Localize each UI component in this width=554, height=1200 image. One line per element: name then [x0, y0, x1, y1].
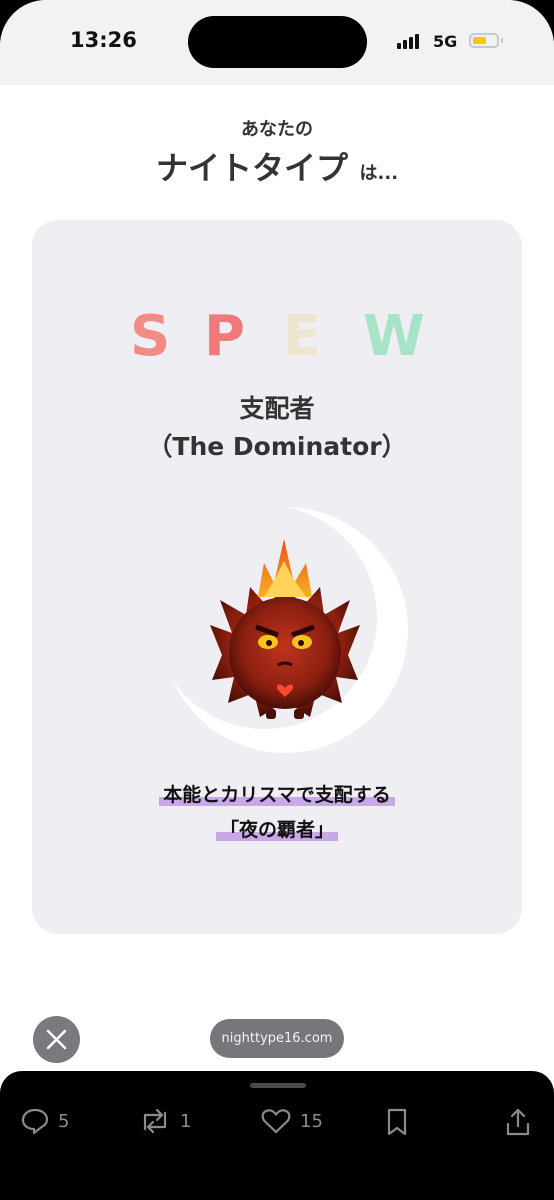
type-letter-4: W — [363, 304, 425, 369]
character-illustration — [160, 505, 410, 755]
tagline-line-1: 本能とカリスマで支配する — [159, 780, 396, 807]
page-title: ナイトタイプ は... — [0, 143, 554, 189]
url-pill[interactable]: nighttype16.com — [210, 1019, 344, 1058]
reply-icon — [21, 1108, 49, 1135]
type-name-en: （The Dominator） — [147, 432, 407, 461]
title-suffix: は... — [359, 163, 399, 184]
type-letter-2: P — [204, 304, 246, 369]
reply-count: 5 — [58, 1110, 70, 1132]
bookmark-button[interactable] — [383, 1107, 411, 1137]
type-code: S P E W — [32, 302, 522, 372]
type-letter-3: E — [283, 304, 322, 369]
share-button[interactable] — [504, 1107, 532, 1137]
repost-icon — [143, 1108, 167, 1134]
signal-icon — [397, 34, 419, 49]
status-time: 13:26 — [70, 28, 137, 52]
like-button[interactable]: 15 — [260, 1107, 323, 1135]
repost-count: 1 — [180, 1110, 192, 1132]
tagline: 本能とカリスマで支配する 「夜の覇者」 — [32, 780, 522, 842]
web-content: あなたの ナイトタイプ は... S P E W 支配者 （The Domina… — [0, 85, 554, 1025]
tagline-text-1: 本能とカリスマで支配する — [163, 784, 391, 806]
dynamic-island — [188, 16, 367, 68]
tagline-text-2: 「夜の覇者」 — [219, 819, 334, 841]
page-subtitle: あなたの — [241, 119, 313, 140]
bookmark-icon — [387, 1108, 407, 1136]
repost-button[interactable]: 1 — [138, 1107, 191, 1135]
type-name: 支配者 — [239, 394, 315, 423]
sheet-grabber[interactable] — [250, 1083, 306, 1088]
type-title: 支配者 （The Dominator） — [32, 390, 522, 466]
close-button[interactable] — [33, 1016, 80, 1063]
battery-cap — [501, 38, 503, 43]
status-bar: 13:26 5G — [0, 0, 554, 85]
phone-screen: 13:26 5G あなたの ナイトタイプ は... S P E W 支配者 （T… — [0, 0, 554, 1200]
network-label: 5G — [433, 32, 458, 51]
post-action-bar: 5 1 15 — [0, 1071, 554, 1200]
type-letter-1: S — [130, 304, 171, 369]
battery-icon — [469, 33, 499, 48]
title-main: ナイトタイプ — [155, 149, 348, 187]
reply-button[interactable]: 5 — [20, 1107, 69, 1135]
tagline-line-2: 「夜の覇者」 — [215, 815, 339, 842]
close-icon — [46, 1029, 67, 1050]
like-count: 15 — [300, 1110, 323, 1132]
share-icon — [506, 1108, 530, 1136]
heart-icon — [261, 1109, 291, 1134]
moon-monster-illustration — [162, 507, 408, 753]
result-card: S P E W 支配者 （The Dominator） 本能とカリスマで支配する… — [32, 220, 522, 934]
